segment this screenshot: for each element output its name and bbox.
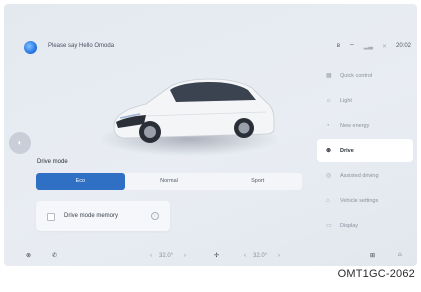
mute-icon: ✕ xyxy=(381,43,387,50)
steering-wheel-icon[interactable]: ⊗ xyxy=(26,252,31,259)
menu-item-drive[interactable]: ⊛ Drive xyxy=(317,139,413,162)
phone-icon[interactable]: ✆ xyxy=(52,252,57,259)
info-icon[interactable]: i xyxy=(151,212,159,220)
bottom-dock: ⊗ ✆ ‹ 32.0° › ✢ ‹ 32.0° › ⊞ ⌂ xyxy=(4,248,417,266)
right-temperature: 32.0° xyxy=(253,253,268,259)
voice-assistant-icon[interactable] xyxy=(24,41,37,54)
drive-mode-selector: Eco Normal Sport xyxy=(36,173,302,190)
voice-greeting: Please say Hello Omoda xyxy=(48,43,115,49)
drive-mode-memory-checkbox[interactable] xyxy=(47,213,55,221)
right-temp-increase-icon[interactable]: › xyxy=(278,253,280,259)
assisted-driving-icon: ◎ xyxy=(326,173,332,179)
apps-grid-icon[interactable]: ⊞ xyxy=(370,252,375,259)
menu-item-light[interactable]: ☼ Light xyxy=(317,89,413,112)
bluetooth-icon: ʙ xyxy=(336,43,341,49)
quick-control-icon: ▦ xyxy=(326,73,332,79)
menu-item-vehicle-settings[interactable]: ⌂ Vehicle settings xyxy=(317,189,413,212)
display-icon: ▭ xyxy=(326,223,332,229)
home-icon[interactable]: ⌂ xyxy=(398,252,402,258)
drive-mode-normal[interactable]: Normal xyxy=(125,173,214,190)
drive-mode-memory-label: Drive mode memory xyxy=(64,213,119,219)
signal-icon: ▂▃ xyxy=(363,43,373,50)
light-icon: ☼ xyxy=(326,97,332,104)
vehicle-settings-icon: ⌂ xyxy=(326,197,330,204)
drive-mode-memory-card[interactable]: Drive mode memory i xyxy=(36,201,170,231)
new-energy-icon: ◔ xyxy=(326,122,330,129)
drive-mode-eco[interactable]: Eco xyxy=(36,173,125,190)
vehicle-toggle-button[interactable]: ◐ xyxy=(9,132,31,154)
drive-icon: ⊛ xyxy=(326,148,332,154)
vehicle-model-image xyxy=(113,78,275,143)
menu-item-new-energy[interactable]: ◔ New energy xyxy=(317,114,413,137)
right-temp-decrease-icon[interactable]: ‹ xyxy=(244,253,246,259)
settings-menu: ▦ Quick control ☼ Light ◔ New energy ⊛ D… xyxy=(317,64,413,239)
vehicle-screen: Please say Hello Omoda ʙ ⌔ ▂▃ ✕ 20:02 ◐ … xyxy=(4,4,417,266)
left-temp-increase-icon[interactable]: › xyxy=(184,253,186,259)
clock-time: 20:02 xyxy=(395,43,411,49)
fan-icon[interactable]: ✢ xyxy=(214,252,219,259)
status-bar: ʙ ⌔ ▂▃ ✕ 20:02 xyxy=(337,42,411,50)
menu-item-quick-control[interactable]: ▦ Quick control xyxy=(317,64,413,87)
left-temperature: 32.0° xyxy=(159,253,174,259)
menu-item-display[interactable]: ▭ Display xyxy=(317,214,413,237)
menu-item-assisted-driving[interactable]: ◎ Assisted driving xyxy=(317,164,413,187)
figure-reference-code: OMT1GC-2062 xyxy=(337,268,415,280)
drive-mode-sport[interactable]: Sport xyxy=(213,173,302,190)
wifi-icon: ⌔ xyxy=(349,44,355,50)
drive-mode-title: Drive mode xyxy=(37,159,68,165)
left-temp-decrease-icon[interactable]: ‹ xyxy=(150,253,152,259)
